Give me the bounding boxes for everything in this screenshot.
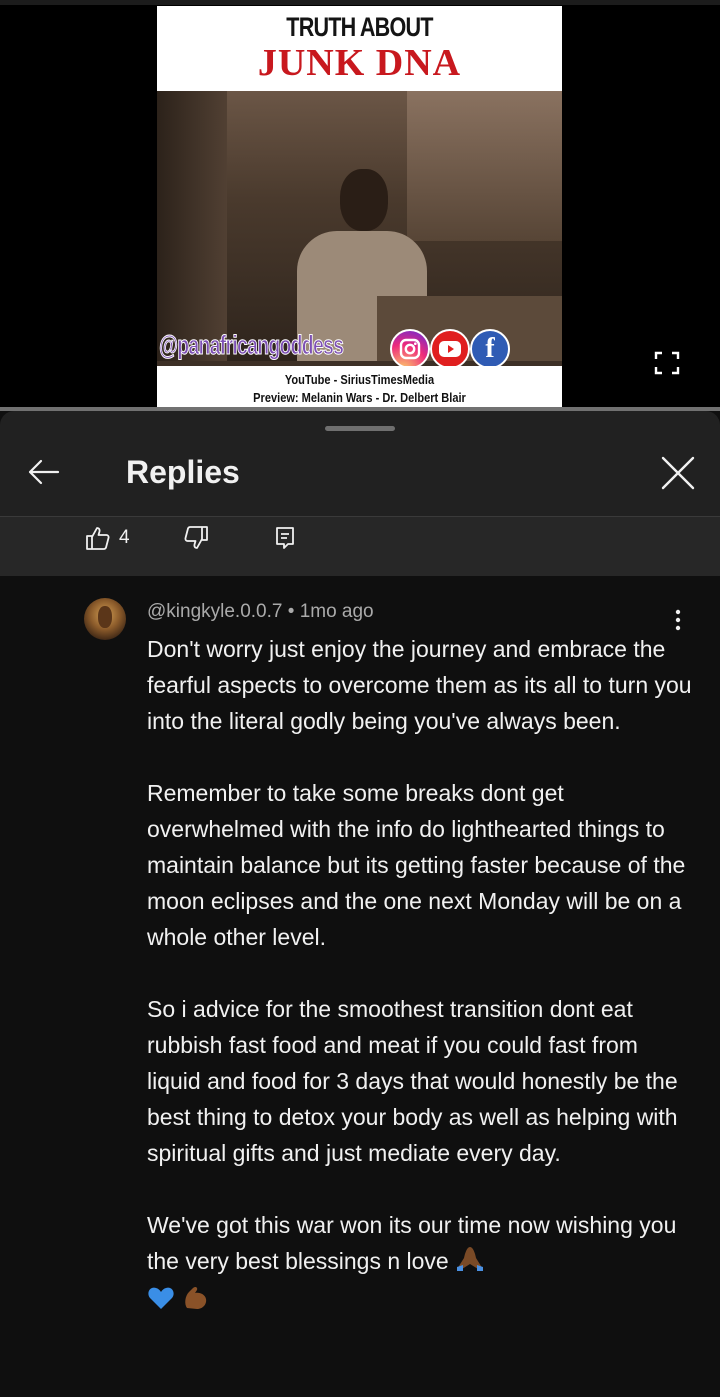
reply-paragraph: Don't worry just enjoy the journey and e…	[147, 636, 692, 734]
video-frame: TRUTH ABOUT JUNK DNA @panafricangoddess …	[157, 6, 562, 410]
thumbs-up-icon[interactable]	[85, 525, 111, 551]
more-vert-icon[interactable]	[666, 608, 690, 632]
video-title-line2: JUNK DNA	[257, 42, 462, 84]
replies-sheet: Replies 4 @kingkyle.0.0.7 • 1mo ago Don'…	[0, 411, 720, 1397]
video-handle-text: @panafricangoddess	[159, 330, 345, 361]
reply-paragraph-last: We've got this war won its our time now …	[147, 1207, 692, 1322]
reply-meta: @kingkyle.0.0.7 • 1mo ago	[147, 600, 374, 624]
sheet-drag-handle[interactable]	[325, 426, 395, 431]
panel-title: Replies	[126, 454, 240, 490]
video-handle-overlay: @panafricangoddess f	[157, 328, 562, 369]
back-arrow-icon[interactable]	[24, 453, 62, 491]
avatar[interactable]	[84, 598, 126, 640]
reply-comment-icon[interactable]	[273, 525, 297, 551]
meta-separator: •	[287, 601, 295, 622]
parent-comment-actions: 4	[0, 517, 720, 576]
video-title-banner: TRUTH ABOUT JUNK DNA	[157, 6, 562, 91]
reply-list: @kingkyle.0.0.7 • 1mo ago Don't worry ju…	[0, 576, 720, 1397]
video-footer-line1: YouTube - SiriusTimesMedia	[284, 372, 435, 387]
reply-author[interactable]: @kingkyle.0.0.7	[147, 601, 282, 622]
reply-paragraph: Remember to take some breaks dont get ov…	[147, 780, 686, 950]
video-footer-line2: Preview: Melanin Wars - Dr. Delbert Blai…	[253, 390, 466, 405]
fullscreen-icon[interactable]	[654, 351, 680, 375]
status-strip	[0, 0, 720, 5]
reply-paragraph: So i advice for the smoothest transition…	[147, 996, 678, 1166]
thumbs-down-icon[interactable]	[183, 525, 209, 551]
reply-paragraph-last-text: We've got this war won its our time now …	[147, 1212, 677, 1275]
folded-hands-emoji	[455, 1243, 485, 1283]
reply-timestamp: 1mo ago	[299, 601, 374, 622]
close-icon[interactable]	[658, 453, 698, 493]
video-scene-image	[157, 91, 562, 361]
video-footer-banner: YouTube - SiriusTimesMedia Preview: Mela…	[157, 366, 562, 410]
instagram-icon	[390, 329, 430, 369]
facebook-icon: f	[470, 329, 510, 369]
like-count: 4	[119, 527, 130, 548]
flexed-biceps-emoji	[181, 1284, 211, 1322]
reply-body: Don't worry just enjoy the journey and e…	[147, 631, 692, 1322]
video-player[interactable]: TRUTH ABOUT JUNK DNA @panafricangoddess …	[0, 0, 720, 410]
blue-heart-emoji	[147, 1285, 175, 1321]
youtube-icon	[430, 329, 470, 369]
video-title-line1: TRUTH ABOUT	[286, 12, 433, 42]
